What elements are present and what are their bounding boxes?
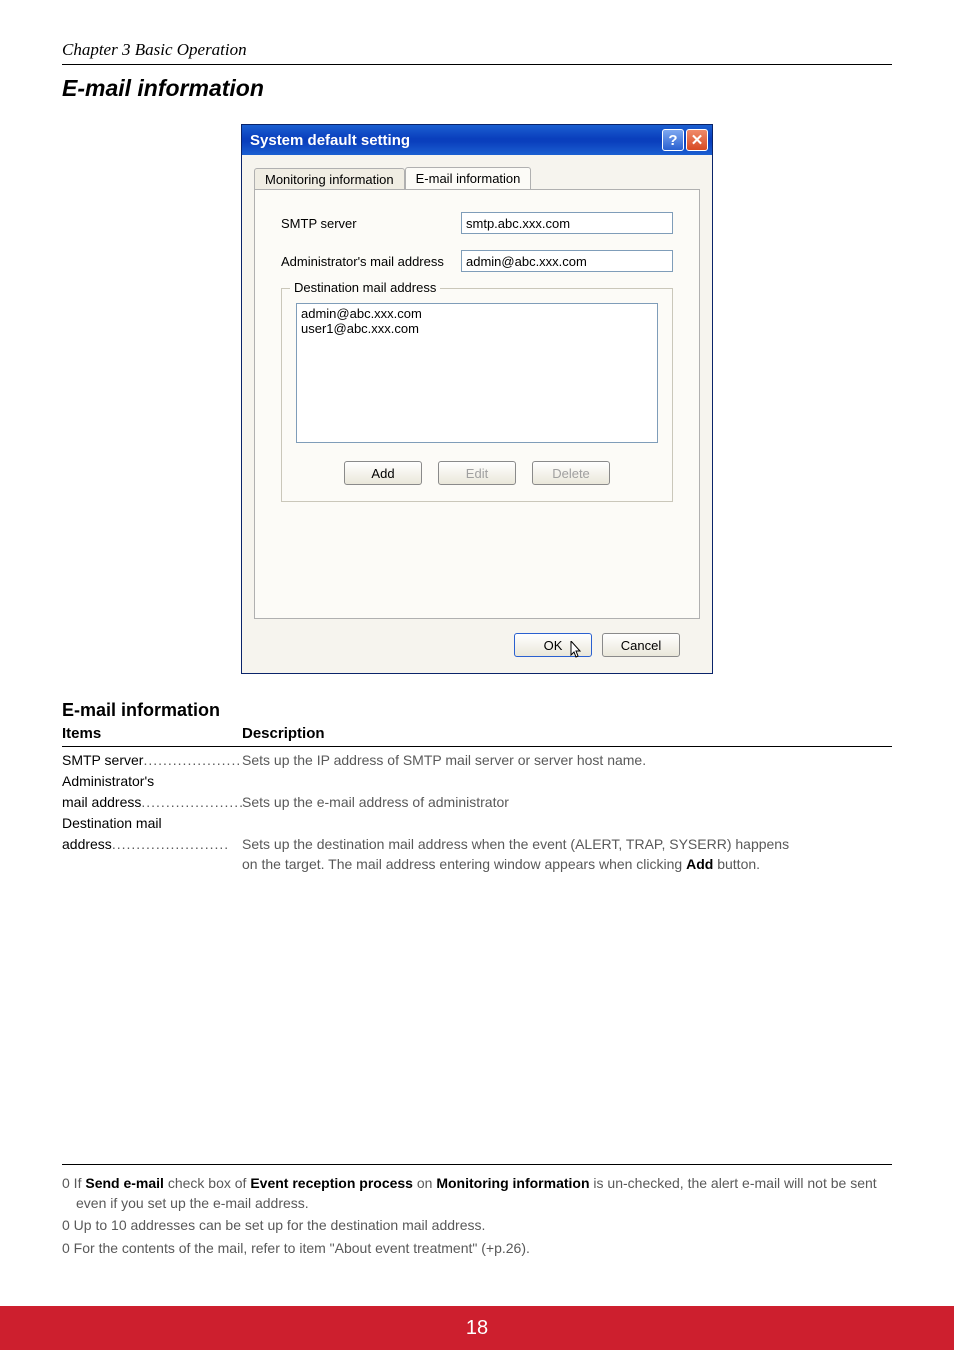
dialog-title: System default setting: [250, 132, 660, 149]
delete-button: Delete: [532, 461, 610, 485]
admin-mail-label: Administrator's mail address: [281, 254, 461, 269]
close-button[interactable]: ✕: [686, 129, 708, 151]
leader-dots: [112, 836, 229, 852]
col-description: Description: [242, 725, 325, 742]
smtp-server-input[interactable]: [461, 212, 673, 234]
edit-button: Edit: [438, 461, 516, 485]
admin-mail-input[interactable]: [461, 250, 673, 272]
page-number: 18: [466, 1317, 488, 1340]
tabs: Monitoring information E-mail informatio…: [254, 165, 700, 189]
add-button[interactable]: Add: [344, 461, 422, 485]
leader-dots: [143, 752, 242, 768]
system-default-setting-dialog: System default setting ? ✕ Monitoring in…: [241, 124, 713, 674]
section-title: E-mail information: [62, 75, 892, 102]
desc-dest-line1: Sets up the destination mail address whe…: [242, 835, 892, 854]
dialog-titlebar: System default setting ? ✕: [242, 125, 712, 155]
item-admin-line1: Administrator's: [62, 772, 242, 791]
table-header: Items Description: [62, 723, 892, 747]
leader-dots: [141, 794, 242, 810]
smtp-server-label: SMTP server: [281, 216, 461, 231]
desc-admin: Sets up the e-mail address of administra…: [242, 793, 892, 812]
item-smtp: SMTP server: [62, 752, 143, 768]
item-dest-line2: address: [62, 836, 112, 852]
desc-smtp: Sets up the IP address of SMTP mail serv…: [242, 751, 892, 770]
destination-mail-group: Destination mail address admin@abc.xxx.c…: [281, 288, 673, 502]
footnotes: 0 If Send e-mail check box of Event rece…: [62, 1164, 892, 1260]
tab-monitoring-information[interactable]: Monitoring information: [254, 168, 405, 190]
destination-mail-list[interactable]: admin@abc.xxx.com user1@abc.xxx.com: [296, 303, 658, 443]
email-information-subheading: E-mail information: [62, 700, 892, 721]
destination-mail-legend: Destination mail address: [290, 280, 440, 295]
item-dest-line1: Destination mail: [62, 814, 242, 833]
dialog-body: Monitoring information E-mail informatio…: [242, 155, 712, 673]
tab-panel-email: SMTP server Administrator's mail address…: [254, 189, 700, 619]
cursor-icon: [570, 641, 584, 659]
footnote-1: 0 If Send e-mail check box of Event rece…: [62, 1173, 892, 1214]
footnote-2: 0 Up to 10 addresses can be set up for t…: [62, 1215, 892, 1235]
footnote-3: 0 For the contents of the mail, refer to…: [62, 1238, 892, 1258]
cancel-button[interactable]: Cancel: [602, 633, 680, 657]
desc-dest-line2: on the target. The mail address entering…: [242, 855, 892, 874]
description-table: SMTP server Sets up the IP address of SM…: [62, 751, 892, 874]
col-items: Items: [62, 725, 242, 742]
item-admin-line2: mail address: [62, 794, 141, 810]
chapter-heading: Chapter 3 Basic Operation: [62, 40, 892, 65]
tab-email-information[interactable]: E-mail information: [405, 167, 532, 189]
help-button[interactable]: ?: [662, 129, 684, 151]
page-number-bar: 18: [0, 1306, 954, 1350]
